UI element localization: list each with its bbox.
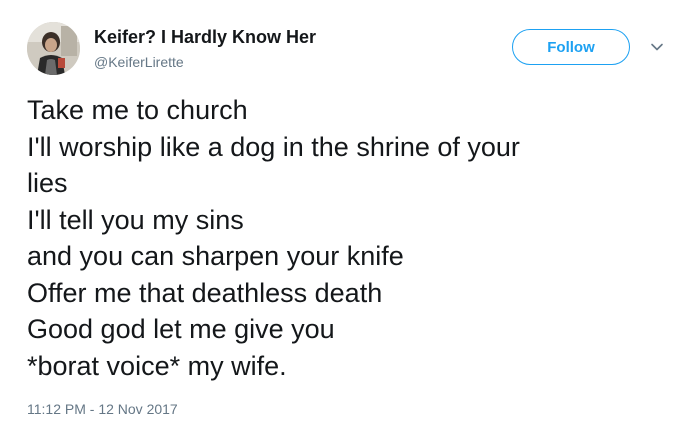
tweet-timestamp[interactable]: 11:12 PM - 12 Nov 2017 <box>27 401 178 417</box>
avatar[interactable] <box>27 22 80 75</box>
tweet-text: Take me to church I'll worship like a do… <box>27 92 667 384</box>
display-name[interactable]: Keifer? I Hardly Know Her <box>94 27 316 48</box>
chevron-down-icon[interactable] <box>650 40 664 54</box>
user-handle[interactable]: @KeiferLirette <box>94 54 184 70</box>
follow-button[interactable]: Follow <box>512 29 630 65</box>
tweet-card: Keifer? I Hardly Know Her @KeiferLirette… <box>0 0 680 434</box>
tweet-line: Good god let me give you <box>27 314 335 344</box>
tweet-line: and you can sharpen your knife <box>27 241 404 271</box>
avatar-photo <box>27 22 80 75</box>
tweet-line: I'll worship like a dog in the shrine of… <box>27 131 520 162</box>
tweet-line: lies <box>27 168 68 198</box>
tweet-line: Offer me that deathless death <box>27 277 383 308</box>
tweet-line: *borat voice* my wife. <box>27 350 287 381</box>
tweet-line: Take me to church <box>27 95 248 125</box>
tweet-line: I'll tell you my sins <box>27 204 244 235</box>
